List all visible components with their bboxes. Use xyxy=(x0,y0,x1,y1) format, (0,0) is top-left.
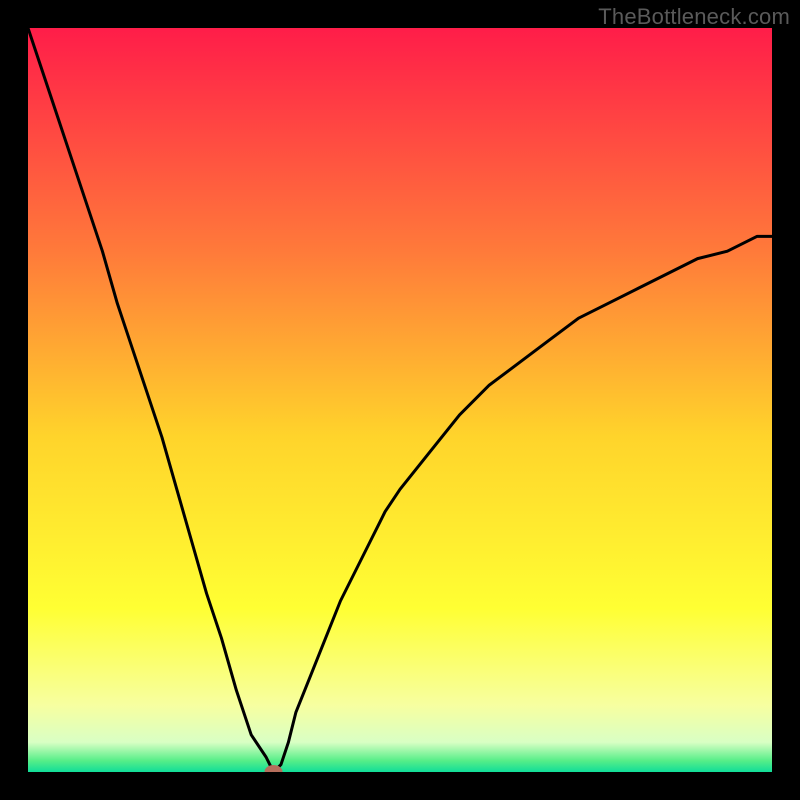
watermark-text: TheBottleneck.com xyxy=(598,4,790,30)
optimal-point-marker xyxy=(28,28,772,772)
chart-frame: TheBottleneck.com xyxy=(0,0,800,800)
plot-area xyxy=(28,28,772,772)
